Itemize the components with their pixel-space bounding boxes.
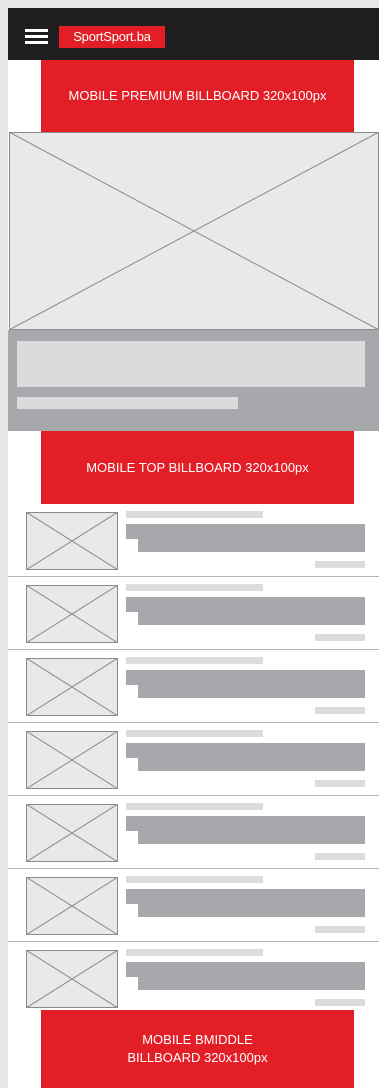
hero-image-placeholder[interactable] xyxy=(9,132,379,330)
article-title-placeholder xyxy=(126,743,365,758)
article-item[interactable] xyxy=(8,796,379,869)
article-item[interactable] xyxy=(8,504,379,577)
article-kicker-placeholder xyxy=(126,876,263,883)
article-title-placeholder xyxy=(126,816,365,831)
article-kicker-placeholder xyxy=(126,803,263,810)
article-item[interactable] xyxy=(8,723,379,796)
site-header: SportSport.ba xyxy=(8,8,379,60)
article-date-placeholder xyxy=(315,634,365,641)
article-date-placeholder xyxy=(315,780,365,787)
article-list xyxy=(8,504,379,1014)
article-title-placeholder-line2 xyxy=(138,904,365,917)
image-placeholder-icon xyxy=(26,658,118,716)
article-title-placeholder-line2 xyxy=(138,758,365,771)
article-title-placeholder xyxy=(126,597,365,612)
article-date-placeholder xyxy=(315,707,365,714)
article-title-placeholder-line2 xyxy=(138,612,365,625)
article-date-placeholder xyxy=(315,853,365,860)
image-placeholder-icon xyxy=(26,804,118,862)
article-kicker-placeholder xyxy=(126,730,263,737)
image-placeholder-icon xyxy=(26,731,118,789)
article-kicker-placeholder xyxy=(126,584,263,591)
site-logo[interactable]: SportSport.ba xyxy=(59,26,165,48)
image-placeholder-icon xyxy=(26,950,118,1008)
article-title-placeholder-line2 xyxy=(138,685,365,698)
article-item[interactable] xyxy=(8,942,379,1014)
page: SportSport.ba MOBILE PREMIUM BILLBOARD 3… xyxy=(8,8,379,1088)
article-date-placeholder xyxy=(315,999,365,1006)
hero-title-placeholder xyxy=(17,341,365,387)
article-kicker-placeholder xyxy=(126,949,263,956)
article-item[interactable] xyxy=(8,869,379,942)
article-title-placeholder-line2 xyxy=(138,831,365,844)
article-title-placeholder-line2 xyxy=(138,977,365,990)
article-title-placeholder-line2 xyxy=(138,539,365,552)
ad-premium-billboard[interactable]: MOBILE PREMIUM BILLBOARD 320x100px xyxy=(41,60,354,132)
ad-top-billboard[interactable]: MOBILE TOP BILLBOARD 320x100px xyxy=(41,431,354,504)
image-placeholder-icon xyxy=(26,512,118,570)
article-title-placeholder xyxy=(126,962,365,977)
image-placeholder-icon xyxy=(26,585,118,643)
article-date-placeholder xyxy=(315,926,365,933)
hamburger-menu-icon[interactable] xyxy=(25,29,48,45)
article-title-placeholder xyxy=(126,670,365,685)
hero-caption-panel[interactable] xyxy=(8,330,379,431)
article-kicker-placeholder xyxy=(126,657,263,664)
article-kicker-placeholder xyxy=(126,511,263,518)
hero-meta-placeholder xyxy=(17,397,238,409)
image-placeholder-icon xyxy=(26,877,118,935)
article-date-placeholder xyxy=(315,561,365,568)
ad-bmiddle-billboard[interactable]: MOBILE BMIDDLE BILLBOARD 320x100px xyxy=(41,1010,354,1088)
article-item[interactable] xyxy=(8,577,379,650)
article-item[interactable] xyxy=(8,650,379,723)
article-title-placeholder xyxy=(126,889,365,904)
article-title-placeholder xyxy=(126,524,365,539)
